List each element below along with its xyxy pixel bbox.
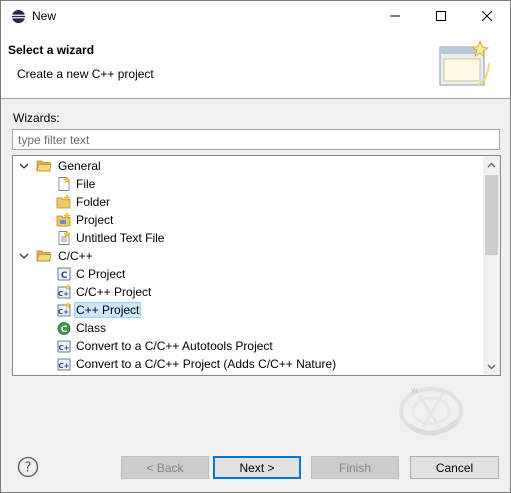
cpp-project-icon: C+	[57, 284, 72, 299]
tree-item-general[interactable]: General	[13, 157, 483, 175]
tree-item-file[interactable]: File	[13, 175, 483, 193]
tree-item-convert-autotools[interactable]: C+ Convert to a C/C++ Autotools Project	[13, 337, 483, 355]
cancel-button[interactable]: Cancel	[410, 456, 499, 479]
tree-scrollbar[interactable]	[483, 156, 500, 375]
scroll-down-button[interactable]	[483, 358, 500, 375]
tree-item-label: Class	[76, 321, 107, 335]
folder-open-icon	[36, 160, 52, 172]
back-button[interactable]: < Back	[121, 456, 209, 479]
tree-item-c-project[interactable]: C C Project	[13, 265, 483, 283]
tree-item-label: C Project	[76, 267, 126, 281]
banner-title: Select a wizard	[8, 43, 95, 57]
tree-item-folder[interactable]: Folder	[13, 193, 483, 211]
tree-item-class[interactable]: C Class	[13, 319, 483, 337]
new-file-icon	[58, 176, 71, 191]
tree-item-label: General	[58, 159, 101, 173]
finish-button[interactable]: Finish	[311, 456, 399, 479]
close-button[interactable]	[464, 1, 510, 31]
scrollbar-thumb[interactable]	[485, 175, 498, 255]
tree-item-c-cpp-project[interactable]: C+ C/C++ Project	[13, 283, 483, 301]
banner-description: Create a new C++ project	[17, 67, 154, 81]
tree-item-label: Project	[76, 213, 114, 227]
chevron-down-icon[interactable]	[18, 250, 30, 262]
new-folder-icon	[56, 194, 71, 209]
convert-icon: C+	[57, 340, 71, 353]
chevron-down-icon[interactable]	[18, 160, 30, 172]
tree-item-convert-cpp-nature[interactable]: C+ Convert to a C/C++ Project (Adds C/C+…	[13, 355, 483, 373]
wizard-banner: Select a wizard Create a new C++ project	[1, 31, 510, 99]
maximize-icon	[436, 11, 446, 21]
tree-item-label: C/C++ Project	[76, 285, 152, 299]
cpp-wizard-watermark-icon: W	[399, 387, 463, 436]
wizard-tree[interactable]: General File Folder Project Untitled Tex…	[12, 155, 501, 376]
new-project-icon	[56, 212, 71, 227]
text-file-icon	[58, 230, 71, 245]
class-icon: C	[57, 322, 71, 335]
convert-icon: C+	[57, 358, 71, 371]
c-project-icon: C	[57, 267, 71, 281]
window-title: New	[32, 9, 57, 23]
svg-text:C: C	[61, 325, 68, 335]
tree-item-label: C/C++	[58, 249, 93, 263]
tree-item-project[interactable]: Project	[13, 211, 483, 229]
help-button[interactable]: ?	[17, 456, 39, 478]
svg-text:?: ?	[25, 461, 32, 476]
tree-item-label: File	[76, 177, 96, 191]
tree-item-label: Folder	[76, 195, 111, 209]
title-bar[interactable]: New	[1, 1, 510, 31]
wizard-banner-icon	[439, 39, 490, 86]
tree-item-label: Untitled Text File	[76, 231, 165, 245]
next-button[interactable]: Next >	[213, 456, 301, 479]
svg-text:C+: C+	[58, 344, 69, 352]
help-icon: ?	[17, 456, 39, 478]
svg-text:C+: C+	[58, 362, 69, 370]
minimize-icon	[390, 15, 400, 17]
tree-item-label: C++ Project	[74, 302, 142, 318]
minimize-button[interactable]	[372, 1, 418, 31]
wizards-label: Wizards:	[13, 111, 60, 125]
tree-item-label: Convert to a C/C++ Project (Adds C/C++ N…	[76, 357, 337, 371]
tree-item-c-cpp[interactable]: C/C++	[13, 247, 483, 265]
eclipse-icon	[11, 9, 26, 24]
folder-open-icon	[36, 250, 52, 262]
chevron-up-icon	[487, 162, 496, 167]
cpp-project-icon: C+	[57, 302, 72, 317]
tree-item-cpp-project[interactable]: C+ C++ Project	[13, 301, 483, 319]
svg-text:W: W	[411, 387, 418, 395]
maximize-button[interactable]	[418, 1, 464, 31]
svg-text:C+: C+	[58, 290, 69, 298]
svg-text:C+: C+	[58, 308, 69, 316]
new-wizard-dialog: New Select a wizard Create a new C++ pro…	[0, 0, 511, 493]
close-icon	[482, 11, 492, 21]
chevron-down-icon	[487, 364, 496, 369]
scroll-up-button[interactable]	[483, 156, 500, 173]
svg-text:C: C	[61, 271, 68, 281]
filter-input[interactable]	[12, 129, 500, 150]
tree-item-untitled-text-file[interactable]: Untitled Text File	[13, 229, 483, 247]
tree-item-label: Convert to a C/C++ Autotools Project	[76, 339, 273, 353]
